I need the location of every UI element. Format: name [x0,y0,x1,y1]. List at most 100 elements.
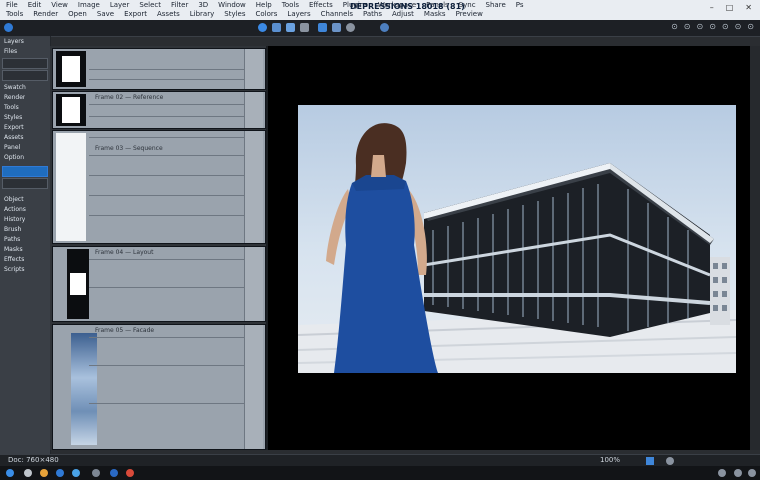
left-panel-item[interactable]: Panel [4,144,20,152]
brush-icon[interactable] [300,23,309,32]
close-button[interactable]: ✕ [745,3,752,12]
menu-item[interactable]: Select [139,1,161,9]
zoom-level[interactable]: 100% [600,456,620,464]
layers-icon[interactable] [286,23,295,32]
menu-item[interactable]: Preview [456,10,483,18]
toolbar-icon[interactable]: ⊙ [671,22,678,31]
menu-item[interactable]: Save [97,10,114,18]
camera-icon[interactable] [272,23,281,32]
left-panel-item[interactable]: Assets [4,134,24,142]
toolbar-icon[interactable]: ⊙ [722,22,729,31]
zoom-icon[interactable] [380,23,389,32]
strip-thumbnail[interactable] [67,249,89,319]
menu-item[interactable]: View [51,1,68,9]
app-icon[interactable] [92,469,100,477]
strip-thumbnail[interactable] [56,51,86,87]
strip-scrollbar[interactable] [244,49,263,89]
globe-icon[interactable] [258,23,267,32]
panel-tab-button[interactable] [2,178,48,189]
panel-tab-button[interactable] [2,70,48,81]
left-panel-item[interactable]: Layers [4,38,24,46]
menu-item[interactable]: Layers [287,10,310,18]
menu-item[interactable]: Window [218,1,246,9]
left-panel-item[interactable]: Object [4,196,24,204]
check-icon[interactable] [318,23,327,32]
menu-item[interactable]: 3D [198,1,208,9]
menu-item[interactable]: Image [78,1,100,9]
left-panel-item[interactable]: Effects [4,256,24,264]
refresh-icon[interactable] [346,23,355,32]
left-panel-item[interactable]: Swatch [4,84,26,92]
panel-tab-button[interactable] [2,58,48,69]
strip-item[interactable]: Frame 05 — Facade [52,324,266,450]
strip-scrollbar[interactable] [244,92,263,128]
app-icon[interactable] [126,469,134,477]
folder-icon[interactable] [40,469,48,477]
app-icon[interactable] [72,469,80,477]
menu-item[interactable]: Adjust [392,10,414,18]
left-panel-item[interactable]: Paths [4,236,20,244]
menu-item[interactable]: Channels [321,10,353,18]
crop-icon[interactable] [332,23,341,32]
strip-item[interactable] [52,48,266,90]
menu-item[interactable]: Share [486,1,506,9]
menu-item[interactable]: Help [256,1,272,9]
search-icon[interactable] [24,469,32,477]
menu-item[interactable]: Tools [282,1,299,9]
strip-scrollbar[interactable] [244,131,263,243]
menu-item[interactable]: Styles [224,10,245,18]
menu-item[interactable]: Colors [255,10,277,18]
menu-item[interactable]: Assets [157,10,180,18]
left-panel-item[interactable]: Styles [4,114,22,122]
settings-icon[interactable] [666,457,674,465]
toolbar-icon[interactable]: ⊙ [709,22,716,31]
menu-item[interactable]: Render [33,10,58,18]
tray-icon[interactable] [734,469,742,477]
maximize-button[interactable]: □ [726,3,734,12]
toolbar-icon[interactable]: ⊙ [684,22,691,31]
menu-item[interactable]: Layer [110,1,130,9]
left-panel-item[interactable]: Option [4,154,24,162]
left-panel-item[interactable]: Render [4,94,25,102]
menu-item[interactable]: Filter [171,1,188,9]
strip-thumbnail[interactable] [56,94,86,126]
grid-icon[interactable] [646,457,654,465]
strip-item[interactable]: Frame 04 — Layout [52,246,266,322]
browser-icon[interactable] [56,469,64,477]
canvas-image[interactable] [298,105,736,373]
strip-scrollbar[interactable] [244,325,263,449]
app-icon[interactable] [110,469,118,477]
toolbar-icon[interactable]: ⊙ [696,22,703,31]
menu-item[interactable]: Ps [516,1,524,9]
left-panel-item[interactable]: Export [4,124,24,132]
strip-thumbnail[interactable] [71,333,97,445]
left-panel-item[interactable]: Actions [4,206,26,214]
menu-item[interactable]: Masks [424,10,446,18]
menu-item[interactable]: File [6,1,18,9]
strip-item[interactable]: Frame 02 — Reference [52,91,266,129]
strip-thumbnail[interactable] [56,133,86,241]
left-panel-item[interactable]: Masks [4,246,23,254]
left-panel-item[interactable]: Tools [4,104,19,112]
strip-scrollbar[interactable] [244,247,263,321]
toolbar-icon[interactable]: ⊙ [747,22,754,31]
minimize-button[interactable]: – [710,3,714,12]
toolbar-icon[interactable]: ⊙ [735,22,742,31]
left-panel-item[interactable]: History [4,216,25,224]
start-icon[interactable] [6,469,14,477]
menu-item[interactable]: Library [190,10,214,18]
menu-item[interactable]: Paths [363,10,382,18]
strip-item[interactable]: Frame 03 — Sequence [52,130,266,244]
menu-item[interactable]: Edit [28,1,42,9]
menu-item[interactable]: Open [68,10,87,18]
active-tool-button[interactable] [2,166,48,177]
left-panel-item[interactable]: Scripts [4,266,25,274]
left-panel-item[interactable]: Brush [4,226,21,234]
menu-item[interactable]: Tools [6,10,23,18]
tray-icon[interactable] [718,469,726,477]
canvas-scrollbar[interactable] [750,46,760,450]
left-panel-item[interactable]: Files [4,48,17,56]
menu-item[interactable]: Effects [309,1,333,9]
tray-icon[interactable] [748,469,756,477]
menu-item[interactable]: Export [124,10,147,18]
